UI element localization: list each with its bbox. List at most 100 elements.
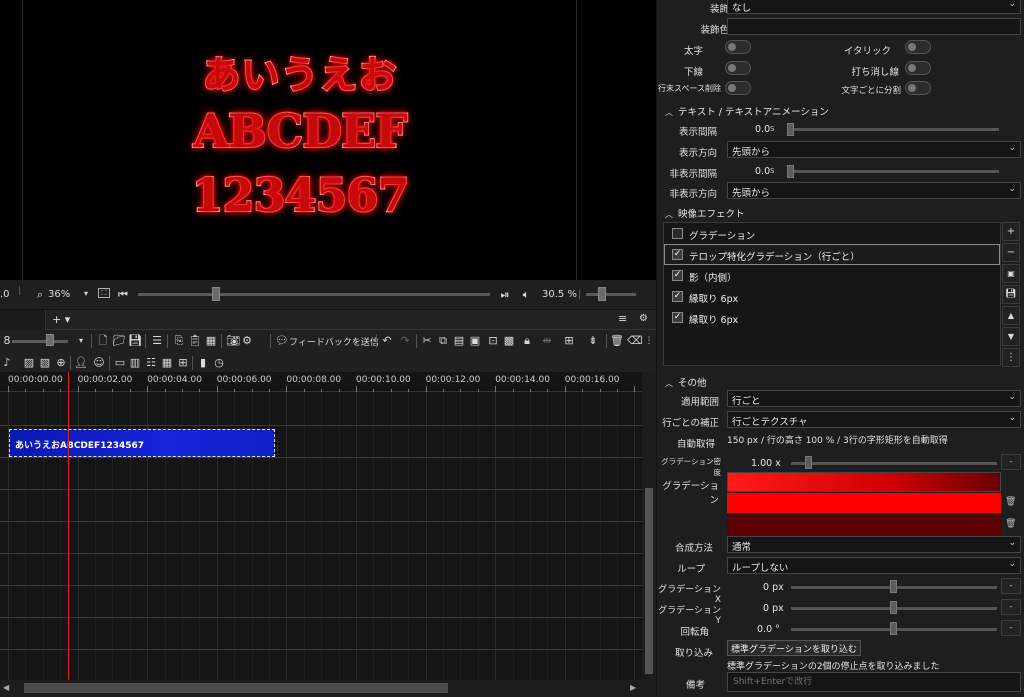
timeline-tab[interactable]: [0, 310, 46, 330]
effect-item[interactable]: ✓ 縁取り 6px: [664, 307, 1000, 328]
table-icon[interactable]: ⊞: [176, 356, 190, 370]
open-folder-icon[interactable]: 📁︎: [112, 334, 126, 348]
track-row[interactable]: [0, 586, 642, 618]
zoom-icon[interactable]: ⌕: [33, 288, 47, 302]
underline-toggle[interactable]: [725, 61, 751, 75]
volume-track[interactable]: [586, 293, 636, 296]
bold-toggle[interactable]: [725, 40, 751, 54]
rotation-value[interactable]: 0.0 °: [757, 624, 780, 635]
step-back-icon[interactable]: ⏮: [116, 288, 130, 302]
gradient-x-handle[interactable]: [890, 580, 897, 593]
grid-small-icon[interactable]: ▦: [160, 356, 174, 370]
tune-icon[interactable]: ☰: [150, 334, 164, 348]
move-down-icon[interactable]: ▼: [1002, 327, 1020, 346]
track-row[interactable]: [0, 522, 642, 554]
text-add-icon[interactable]: ▧: [38, 356, 52, 370]
hide-interval-track[interactable]: [787, 170, 999, 173]
image-add-icon[interactable]: ▨: [22, 356, 36, 370]
decoration-color-field[interactable]: [727, 18, 1021, 35]
scrollbar-thumb[interactable]: [24, 683, 448, 693]
effect-item-selected[interactable]: ✓ テロップ特化グラデーション（行ごと）: [664, 244, 1000, 265]
scroll-right-icon[interactable]: ▶: [630, 683, 636, 692]
volume-icon[interactable]: 🔈︎: [519, 288, 533, 302]
effect-checkbox[interactable]: ✓: [672, 249, 683, 260]
effect-checkbox[interactable]: ✓: [672, 312, 683, 323]
decoration-select[interactable]: なし ⌄: [727, 0, 1021, 14]
horizontal-scrollbar[interactable]: ◀ ▶: [0, 680, 656, 697]
delete-icon[interactable]: 🗑︎: [610, 334, 624, 348]
memo-input[interactable]: [727, 672, 1021, 692]
track-row[interactable]: [0, 394, 642, 426]
display-interval-track[interactable]: [787, 128, 999, 131]
copy-doc-icon[interactable]: ⎘: [172, 334, 186, 348]
timeline-tracks[interactable]: あいうえおABCDEF1234567: [0, 392, 642, 680]
copy-icon[interactable]: ⧉: [436, 334, 450, 348]
film-icon[interactable]: ▥: [128, 356, 142, 370]
gradient-stop-1[interactable]: [727, 493, 1001, 513]
zoom-dropdown-icon[interactable]: ▾: [84, 289, 88, 298]
effect-item[interactable]: ✓ 影（内側）: [664, 265, 1000, 286]
video-preview[interactable]: あいうえお ABCDEF 1234567: [0, 0, 656, 280]
paste-icon[interactable]: ▤: [452, 334, 466, 348]
camera-settings-icon[interactable]: ⚙: [240, 334, 254, 348]
video-effects-section[interactable]: ︿ 映像エフェクト: [665, 206, 745, 220]
reset-button[interactable]: -: [1001, 620, 1021, 636]
grid-icon[interactable]: ⊞: [562, 334, 576, 348]
text-animation-section[interactable]: ︿ テキスト / テキストアニメーション: [665, 104, 829, 118]
apply-range-select[interactable]: 行ごと ⌄: [727, 390, 1021, 407]
play-icon[interactable]: ⏯: [498, 288, 512, 302]
loop-select[interactable]: ループしない ⌄: [727, 557, 1021, 574]
gradient-density-handle[interactable]: [805, 456, 812, 469]
zoom-handle[interactable]: [46, 334, 54, 346]
track-row[interactable]: [0, 618, 642, 650]
layers-icon[interactable]: ☷: [144, 356, 158, 370]
zoom-track[interactable]: [12, 340, 68, 343]
paste-doc-icon[interactable]: 📋︎: [188, 334, 202, 348]
time-ruler[interactable]: 00:00:00.00 00:00:02.00 00:00:04.00 00:00:0…: [0, 372, 642, 392]
gradient-density-value[interactable]: 1.00 x: [751, 458, 781, 469]
menu-icon[interactable]: ≡: [618, 312, 627, 325]
import-gradient-button[interactable]: 標準グラデーションを取り込む: [727, 640, 861, 656]
scrollbar-thumb[interactable]: [645, 488, 653, 674]
display-interval-value[interactable]: 0.0: [755, 124, 770, 135]
playhead[interactable]: [68, 372, 69, 680]
track-row[interactable]: [0, 458, 642, 490]
save-icon[interactable]: 💾︎: [1002, 285, 1020, 304]
track-row[interactable]: [0, 554, 642, 586]
effect-item[interactable]: ✓ 縁取り 6px: [664, 286, 1000, 307]
clock-icon[interactable]: ◷: [212, 356, 226, 370]
move-up-icon[interactable]: ▲: [1002, 306, 1020, 325]
zoom-dropdown-icon[interactable]: ▾: [74, 334, 88, 348]
undo-icon[interactable]: ↶: [380, 334, 394, 348]
timeline-clip[interactable]: あいうえおABCDEF1234567: [9, 429, 275, 457]
effect-checkbox[interactable]: ✓: [672, 291, 683, 302]
seek-track[interactable]: [138, 293, 490, 296]
effect-checkbox[interactable]: [672, 228, 683, 239]
seek-handle[interactable]: [212, 287, 220, 301]
delete-gap-icon[interactable]: ⌫: [627, 334, 643, 348]
scroll-left-icon[interactable]: ◀: [3, 683, 9, 692]
gradient-y-value[interactable]: 0 px: [763, 603, 784, 614]
vertical-scrollbar[interactable]: [642, 372, 656, 680]
more-icon[interactable]: ⋮: [642, 334, 656, 348]
reset-button[interactable]: -: [1001, 454, 1021, 470]
hide-interval-value[interactable]: 0.0: [755, 166, 770, 177]
remove-effect-button[interactable]: −: [1002, 243, 1020, 262]
effect-item[interactable]: グラデーション: [664, 223, 1000, 244]
more-icon[interactable]: ⋮: [1002, 348, 1020, 367]
clipboard-icon[interactable]: ▣: [468, 334, 482, 348]
track-row[interactable]: [0, 650, 642, 680]
redo-icon[interactable]: ↷: [398, 334, 412, 348]
feedback-button[interactable]: フィードバックを送信: [289, 335, 379, 348]
align-icon[interactable]: ⇟: [586, 334, 600, 348]
delete-stop-icon[interactable]: 🗑︎: [1005, 519, 1016, 529]
display-direction-select[interactable]: 先頭から ⌄: [727, 141, 1021, 158]
italic-toggle[interactable]: [905, 40, 931, 54]
emoji-icon[interactable]: ☺: [92, 356, 106, 370]
new-file-icon[interactable]: 🗋: [96, 334, 110, 348]
feedback-icon[interactable]: 💬︎: [275, 334, 289, 348]
line-correction-select[interactable]: 行ごとテクスチャ ⌄: [727, 411, 1021, 428]
media-icon[interactable]: ▭: [113, 356, 127, 370]
trim-space-toggle[interactable]: [725, 81, 751, 95]
box-icon[interactable]: ⊡: [486, 334, 500, 348]
